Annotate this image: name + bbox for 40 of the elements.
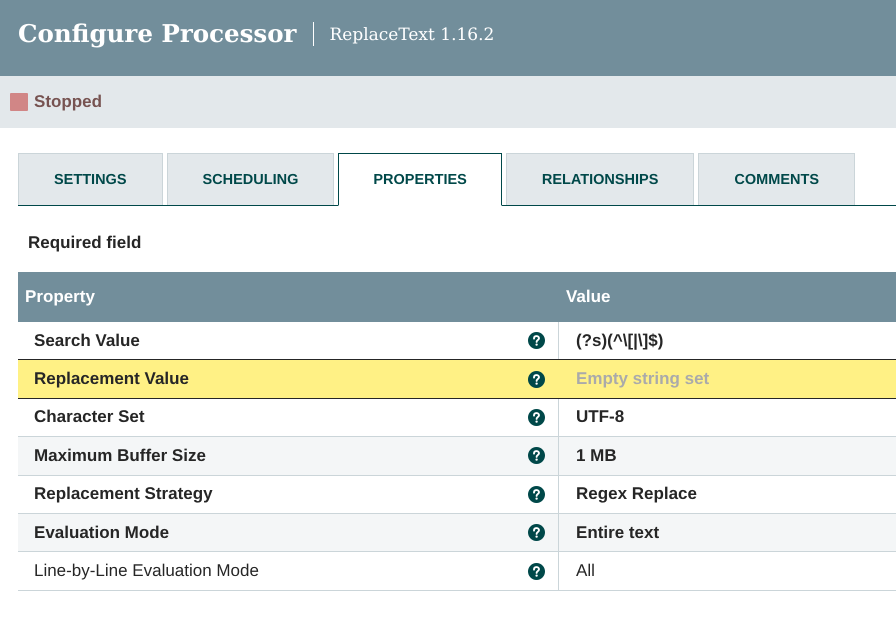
stop-square-icon — [10, 93, 28, 111]
tab[interactable]: PROPERTIES — [338, 153, 502, 206]
property-value: Empty string set — [576, 369, 710, 390]
table-row[interactable]: Character Set UTF-8 — [18, 398, 896, 438]
property-name: Line-by-Line Evaluation Mode — [34, 561, 259, 582]
tab[interactable]: SETTINGS — [18, 153, 163, 205]
dialog-title: Configure Processor — [18, 18, 296, 48]
property-name: Replacement Strategy — [34, 484, 213, 504]
column-header: Value — [566, 287, 610, 307]
help-icon[interactable] — [528, 447, 545, 464]
property-name: Search Value — [34, 330, 140, 351]
help-icon[interactable] — [528, 562, 545, 580]
table-row[interactable]: Evaluation Mode Entire text — [18, 514, 896, 552]
property-value: Entire text — [576, 522, 660, 543]
help-icon[interactable] — [528, 486, 545, 503]
column-header: Property — [25, 287, 95, 307]
table-row[interactable]: Replacement Value Empty string set — [18, 360, 896, 399]
table-row[interactable]: Replacement Strategy Regex Replace — [18, 476, 896, 514]
status-label: Stopped — [34, 92, 102, 112]
help-icon[interactable] — [528, 332, 545, 350]
property-name: Evaluation Mode — [34, 522, 170, 543]
help-icon[interactable] — [528, 370, 545, 388]
property-value: All — [576, 561, 595, 582]
property-value: (?s)(^\[|\]$) — [576, 330, 664, 351]
table-row[interactable]: Search Value (?s)(^\[|\]$) — [18, 322, 896, 360]
help-icon[interactable] — [528, 524, 545, 542]
property-value: Regex Replace — [576, 484, 697, 504]
processor-version: ReplaceText 1.16.2 — [329, 24, 494, 44]
table-row[interactable]: Line-by-Line Evaluation Mode All — [18, 552, 896, 591]
property-value: 1 MB — [576, 446, 617, 466]
property-name: Replacement Value — [34, 369, 189, 390]
required-field-note: Required field — [28, 233, 142, 253]
help-icon[interactable] — [528, 408, 545, 426]
tab[interactable]: SCHEDULING — [166, 153, 334, 205]
table-row[interactable]: Maximum Buffer Size 1 MB — [18, 437, 896, 476]
property-name: Character Set — [34, 407, 145, 428]
property-name: Maximum Buffer Size — [34, 446, 206, 466]
tab[interactable]: RELATIONSHIPS — [506, 153, 694, 205]
tab[interactable]: COMMENTS — [698, 153, 855, 205]
property-value: UTF-8 — [576, 407, 624, 428]
